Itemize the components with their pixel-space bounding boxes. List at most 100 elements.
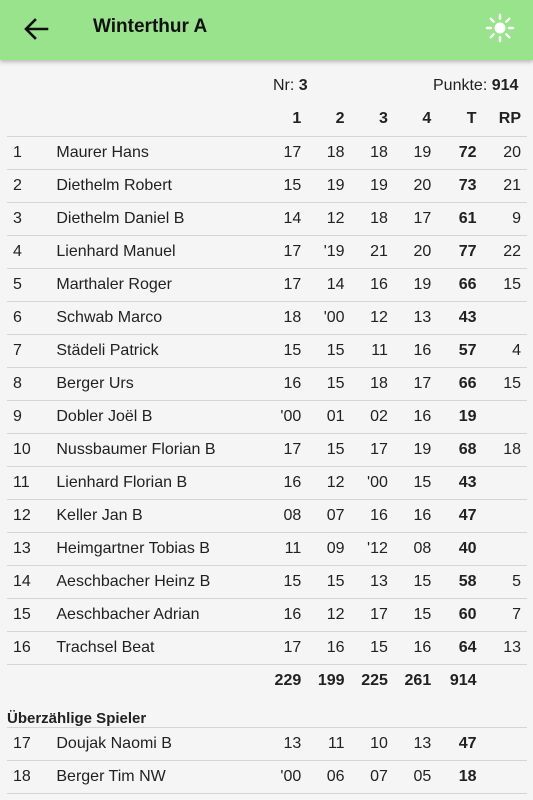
rp-score: 22 bbox=[476, 234, 527, 268]
header-total: T bbox=[466, 110, 477, 128]
player-name: Keller Jan B bbox=[56, 498, 258, 532]
total-score: 64 bbox=[431, 630, 477, 664]
total-score: 61 bbox=[431, 201, 477, 235]
round-1-score: 17 bbox=[257, 432, 302, 466]
round-2-score: '19 bbox=[301, 234, 345, 268]
total-score: 57 bbox=[431, 333, 477, 367]
table-row[interactable]: 3 Diethelm Daniel B 14 12 18 17 61 9 bbox=[7, 201, 527, 235]
player-nr: 13 bbox=[7, 531, 57, 565]
round-1-score: 16 bbox=[257, 366, 302, 400]
player-name: Aeschbacher Adrian bbox=[56, 597, 258, 631]
player-name: Berger Urs bbox=[56, 366, 258, 400]
theme-toggle-button[interactable] bbox=[483, 11, 517, 45]
rp-score bbox=[476, 531, 527, 565]
round-2-score: 14 bbox=[301, 267, 345, 301]
round-1-score: 18 bbox=[257, 300, 302, 334]
round-1-score: '00 bbox=[257, 759, 302, 794]
player-name: Marthaler Roger bbox=[56, 267, 258, 301]
table-row[interactable]: 1 Maurer Hans 17 18 18 19 72 20 bbox=[7, 135, 527, 169]
round-3-score: 12 bbox=[344, 300, 388, 334]
results-table: 1 2 3 4 T RP 1 Maurer Hans 17 18 18 19 72 20 2 Di… bbox=[7, 103, 527, 794]
player-nr: 12 bbox=[7, 498, 57, 532]
player-name: Lienhard Florian B bbox=[56, 465, 258, 499]
table-row[interactable]: 8 Berger Urs 16 15 18 17 66 15 bbox=[7, 366, 527, 400]
table-row[interactable]: 13 Heimgartner Tobias B 11 09'12 08 40 bbox=[7, 531, 527, 565]
table-row[interactable]: 7 Städeli Patrick 15 15 11 16 57 4 bbox=[7, 333, 527, 367]
round-3-score: 10 bbox=[344, 726, 388, 760]
round-3-score: 15 bbox=[344, 630, 388, 664]
sun-icon bbox=[485, 13, 515, 43]
table-row[interactable]: 12 Keller Jan B 08 07 16 16 47 bbox=[7, 498, 527, 532]
total-score: 58 bbox=[431, 564, 477, 598]
rp-score bbox=[476, 498, 527, 532]
round-4-score: 19 bbox=[387, 432, 432, 466]
round-4-score: 20 bbox=[387, 168, 432, 202]
player-name: Diethelm Robert bbox=[56, 168, 258, 202]
table-header-row: 1 2 3 4 T RP bbox=[7, 103, 527, 136]
total-score: 68 bbox=[431, 432, 477, 466]
round-3-score: 16 bbox=[344, 498, 388, 532]
team-points: Punkte: 914 bbox=[433, 77, 518, 95]
total-score: 47 bbox=[431, 726, 477, 760]
table-row[interactable]: 11 Lienhard Florian B 16 12'00 15 43 bbox=[7, 465, 527, 499]
round-4-score: 15 bbox=[387, 597, 432, 631]
round-3-score: 02 bbox=[344, 399, 388, 433]
header-round-4: 4 bbox=[422, 110, 432, 128]
rp-score: 15 bbox=[476, 267, 527, 301]
round-1-score: 15 bbox=[257, 168, 302, 202]
rp-score: 21 bbox=[476, 168, 527, 202]
round-3-score: 17 bbox=[344, 432, 388, 466]
extra-section-title: Überzählige Spieler bbox=[7, 709, 147, 727]
round-1-score: 08 bbox=[257, 498, 302, 532]
rp-score bbox=[476, 300, 527, 334]
rp-score: 9 bbox=[476, 201, 527, 235]
table-row[interactable]: 5 Marthaler Roger 17 14 16 19 66 15 bbox=[7, 267, 527, 301]
round-4-score: 20 bbox=[387, 234, 432, 268]
table-row[interactable]: 18 Berger Tim NW '00 06 07 05 18 bbox=[7, 759, 527, 794]
points-label: Punkte: bbox=[433, 77, 488, 94]
round-2-score: 01 bbox=[301, 399, 345, 433]
round-2-score: 19 bbox=[301, 168, 345, 202]
player-nr: 14 bbox=[7, 564, 57, 598]
round-1-score: 17 bbox=[257, 135, 302, 169]
player-nr: 5 bbox=[7, 267, 57, 301]
table-row[interactable]: 6 Schwab Marco 18'00 12 13 43 bbox=[7, 300, 527, 334]
rp-score bbox=[476, 399, 527, 433]
table-row[interactable]: 17 Doujak Naomi B 13 11 10 13 47 bbox=[7, 726, 527, 760]
round-3-score: '00 bbox=[344, 465, 388, 499]
round-4-score: 16 bbox=[387, 630, 432, 664]
round-4-score: 19 bbox=[387, 135, 432, 169]
player-name: Schwab Marco bbox=[56, 300, 258, 334]
player-name: Städeli Patrick bbox=[56, 333, 258, 367]
table-row[interactable]: 9 Dobler Joël B '00 01 02 16 19 bbox=[7, 399, 527, 433]
player-nr: 18 bbox=[7, 759, 57, 794]
table-row[interactable]: 15 Aeschbacher Adrian 16 12 17 15 60 7 bbox=[7, 597, 527, 631]
player-nr: 11 bbox=[7, 465, 57, 499]
page-title: Winterthur A bbox=[93, 16, 208, 37]
total-score: 43 bbox=[431, 300, 477, 334]
total-score: 73 bbox=[431, 168, 477, 202]
table-row[interactable]: 16 Trachsel Beat 17 16 15 16 64 13 bbox=[7, 630, 527, 664]
round-2-score: 06 bbox=[301, 759, 345, 794]
player-name: Lienhard Manuel bbox=[56, 234, 258, 268]
round-2-score: 15 bbox=[301, 366, 345, 400]
table-row[interactable]: 10 Nussbaumer Florian B 17 15 17 19 68 18 bbox=[7, 432, 527, 466]
round-3-score: 07 bbox=[344, 759, 388, 794]
team-number: Nr: 3 bbox=[273, 77, 308, 95]
player-nr: 16 bbox=[7, 630, 57, 664]
table-row[interactable]: 2 Diethelm Robert 15 19 19 20 73 21 bbox=[7, 168, 527, 202]
round-2-score: 15 bbox=[301, 333, 345, 367]
round-2-score: 15 bbox=[301, 432, 345, 466]
round-3-score: 16 bbox=[344, 267, 388, 301]
round-1-score: 14 bbox=[257, 201, 302, 235]
player-nr: 3 bbox=[7, 201, 57, 235]
round-1-score: 17 bbox=[257, 267, 302, 301]
player-name: Trachsel Beat bbox=[56, 630, 258, 664]
arrow-left-icon bbox=[24, 18, 49, 40]
round-4-score: 17 bbox=[387, 201, 432, 235]
player-nr: 4 bbox=[7, 234, 57, 268]
table-row[interactable]: 4 Lienhard Manuel 17'19 21 20 77 22 bbox=[7, 234, 527, 268]
table-row[interactable]: 14 Aeschbacher Heinz B 15 15 13 15 58 5 bbox=[7, 564, 527, 598]
back-button[interactable] bbox=[20, 13, 52, 45]
rp-score: 15 bbox=[476, 366, 527, 400]
